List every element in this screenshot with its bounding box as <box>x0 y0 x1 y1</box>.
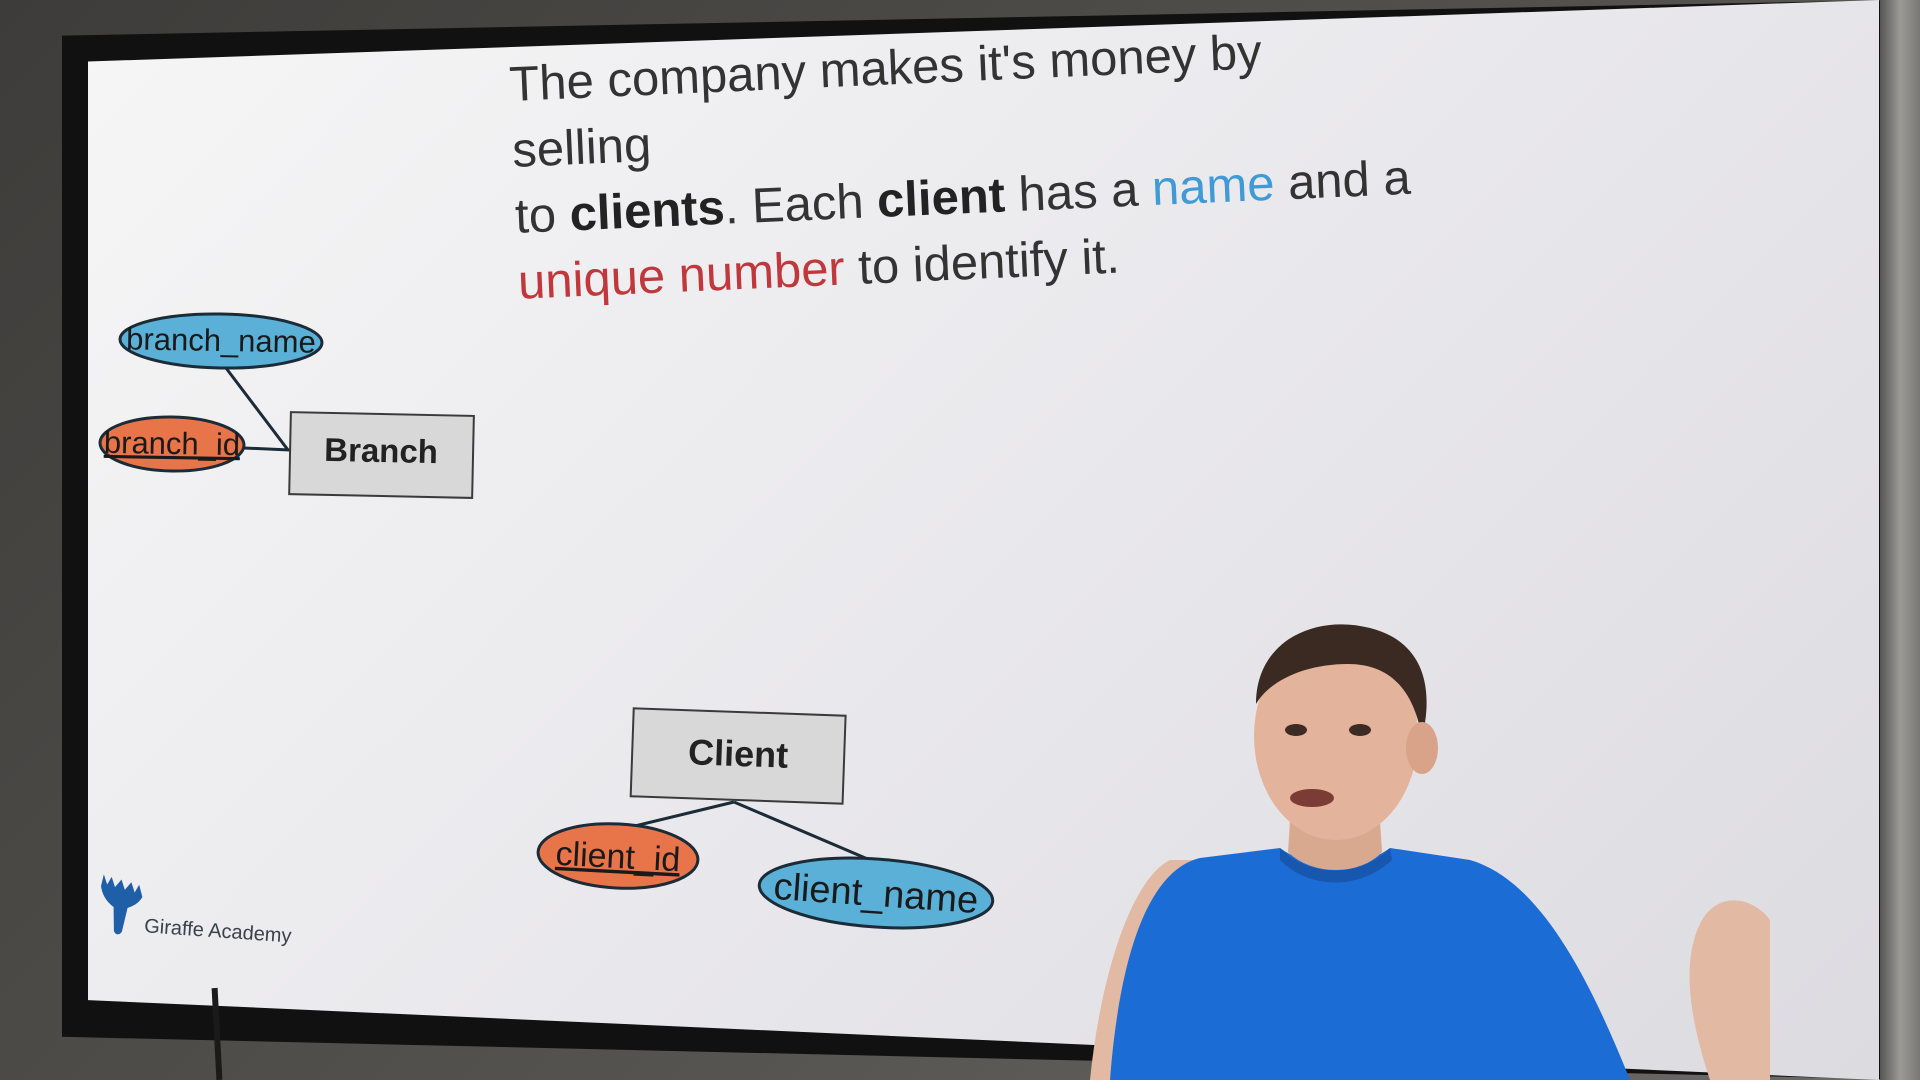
connector-branch-id <box>243 446 291 452</box>
video-frame: The company makes it's money by selling … <box>0 0 1920 1080</box>
attribute-branch-name: branch_name <box>118 312 324 370</box>
connector-client-name <box>733 800 871 862</box>
brand-logo-text: Giraffe Academy <box>143 915 293 948</box>
brand-logo: Giraffe Academy <box>95 872 295 952</box>
attribute-branch-name-label: branch_name <box>126 321 316 359</box>
attribute-client-id-label: client_id <box>555 835 682 879</box>
entity-client: Client <box>629 707 847 805</box>
window-edge <box>1880 0 1920 1080</box>
entity-branch-label: Branch <box>324 431 438 470</box>
attribute-client-id: client_id <box>536 822 700 890</box>
attribute-branch-id: branch_id <box>98 415 246 473</box>
presenter-person <box>1090 624 1770 1080</box>
giraffe-icon <box>95 872 146 942</box>
attribute-branch-id-label: branch_id <box>104 425 241 462</box>
attribute-client-name: client_name <box>757 856 995 930</box>
entity-client-label: Client <box>688 731 789 775</box>
entity-branch: Branch <box>288 411 475 499</box>
